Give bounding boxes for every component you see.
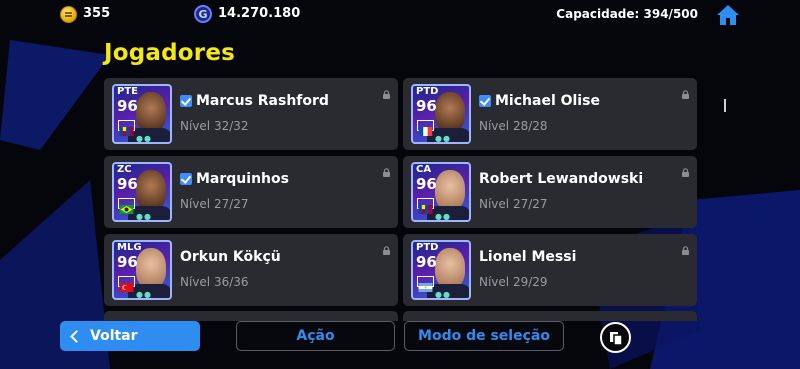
player-name-row: Marquinhos	[180, 171, 289, 187]
player-card-image: CA 96 ●●	[411, 162, 471, 222]
coin-balance: 355	[83, 6, 111, 21]
copy-button[interactable]	[600, 322, 631, 353]
argentina-flag-icon	[417, 276, 434, 292]
back-button[interactable]: Voltar	[60, 321, 200, 351]
barcelona-flag-icon	[118, 120, 135, 136]
gp-icon: G	[194, 5, 212, 23]
player-name-row: Michael Olise	[479, 93, 600, 109]
player-level: Nível 32/32	[180, 119, 249, 133]
player-card-image: ZC 96 ●●	[112, 162, 172, 222]
player-name: Marcus Rashford	[196, 93, 329, 109]
player-rating: 96	[117, 253, 138, 271]
player-name: Robert Lewandowski	[479, 171, 644, 187]
copy-icon	[609, 331, 623, 346]
player-name-row: Robert Lewandowski	[479, 171, 643, 187]
player-name: Lionel Messi	[479, 249, 577, 265]
lock-icon	[681, 84, 690, 99]
player-position: MLG	[117, 242, 142, 253]
check-icon	[180, 173, 192, 185]
player-position: PTD	[416, 86, 439, 97]
player-card-image: PTD 96 ●●	[411, 240, 471, 300]
capacity-label: Capacidade: 394/500	[556, 7, 698, 21]
player-card[interactable]: ZC 96 ●● Marquinhos Nível 27/27	[104, 156, 398, 228]
skill-dots-icon: ●●	[435, 290, 451, 299]
player-name: Orkun Kökçü	[180, 249, 281, 265]
player-card-partial[interactable]	[403, 311, 697, 321]
brazil-flag-icon	[118, 198, 135, 214]
france-flag-icon	[417, 120, 434, 136]
player-name-row: Orkun Kökçü	[180, 249, 281, 265]
player-card-image: PTD 96 ●●	[411, 84, 471, 144]
barcelona-flag-icon	[417, 198, 434, 214]
selection-mode-button[interactable]: Modo de seleção	[404, 321, 564, 351]
page-title: Jogadores	[104, 40, 236, 66]
turkey-flag-icon	[118, 276, 135, 292]
player-rating: 96	[117, 97, 138, 115]
lock-icon	[681, 162, 690, 177]
player-card[interactable]: MLG 96 ●● Orkun Kökçü Nível 36/36	[104, 234, 398, 306]
player-portrait	[435, 248, 465, 288]
scrollbar[interactable]	[724, 99, 726, 112]
player-name: Michael Olise	[495, 93, 600, 109]
check-icon	[180, 95, 192, 107]
player-name-row: Lionel Messi	[479, 249, 576, 265]
lock-icon	[382, 240, 391, 255]
action-button-label: Ação	[296, 328, 335, 344]
player-card-image: PTE 96 ●●	[112, 84, 172, 144]
skill-dots-icon: ●●	[435, 212, 451, 221]
player-level: Nível 27/27	[479, 197, 548, 211]
player-position: CA	[416, 164, 432, 175]
lock-icon	[382, 84, 391, 99]
player-level: Nível 27/27	[180, 197, 249, 211]
lock-icon	[681, 240, 690, 255]
player-rating: 96	[416, 175, 437, 193]
chevron-left-icon	[70, 329, 83, 343]
player-portrait	[435, 92, 465, 132]
skill-dots-icon: ●●	[136, 134, 152, 143]
player-card[interactable]: CA 96 ●● Robert Lewandowski Nível 27/27	[403, 156, 697, 228]
selection-mode-button-label: Modo de seleção	[418, 328, 550, 344]
player-portrait	[136, 92, 166, 132]
player-portrait	[136, 170, 166, 210]
player-name: Marquinhos	[196, 171, 289, 187]
coin-icon	[60, 6, 77, 23]
skill-dots-icon: ●●	[435, 134, 451, 143]
back-button-label: Voltar	[90, 328, 138, 344]
player-level: Nível 28/28	[479, 119, 548, 133]
skill-dots-icon: ●●	[136, 212, 152, 221]
home-icon[interactable]	[716, 4, 740, 26]
player-rating: 96	[416, 97, 437, 115]
player-position: PTD	[416, 242, 439, 253]
player-name-row: Marcus Rashford	[180, 93, 329, 109]
player-rating: 96	[416, 253, 437, 271]
skill-dots-icon: ●●	[136, 290, 152, 299]
player-portrait	[435, 170, 465, 210]
action-button[interactable]: Ação	[236, 321, 395, 351]
gp-balance: 14.270.180	[218, 6, 301, 21]
player-card[interactable]: PTD 96 ●● Michael Olise Nível 28/28	[403, 78, 697, 150]
player-card[interactable]: PTD 96 ●● Lionel Messi Nível 29/29	[403, 234, 697, 306]
top-bar: 355 G 14.270.180 Capacidade: 394/500	[0, 0, 800, 30]
player-rating: 96	[117, 175, 138, 193]
player-portrait	[136, 248, 166, 288]
player-card-partial[interactable]	[104, 311, 398, 321]
player-card[interactable]: PTE 96 ●● Marcus Rashford Nível 32/32	[104, 78, 398, 150]
player-position: ZC	[117, 164, 132, 175]
player-level: Nível 29/29	[479, 275, 548, 289]
lock-icon	[382, 162, 391, 177]
player-position: PTE	[117, 86, 138, 97]
check-icon	[479, 95, 491, 107]
player-level: Nível 36/36	[180, 275, 249, 289]
player-card-image: MLG 96 ●●	[112, 240, 172, 300]
